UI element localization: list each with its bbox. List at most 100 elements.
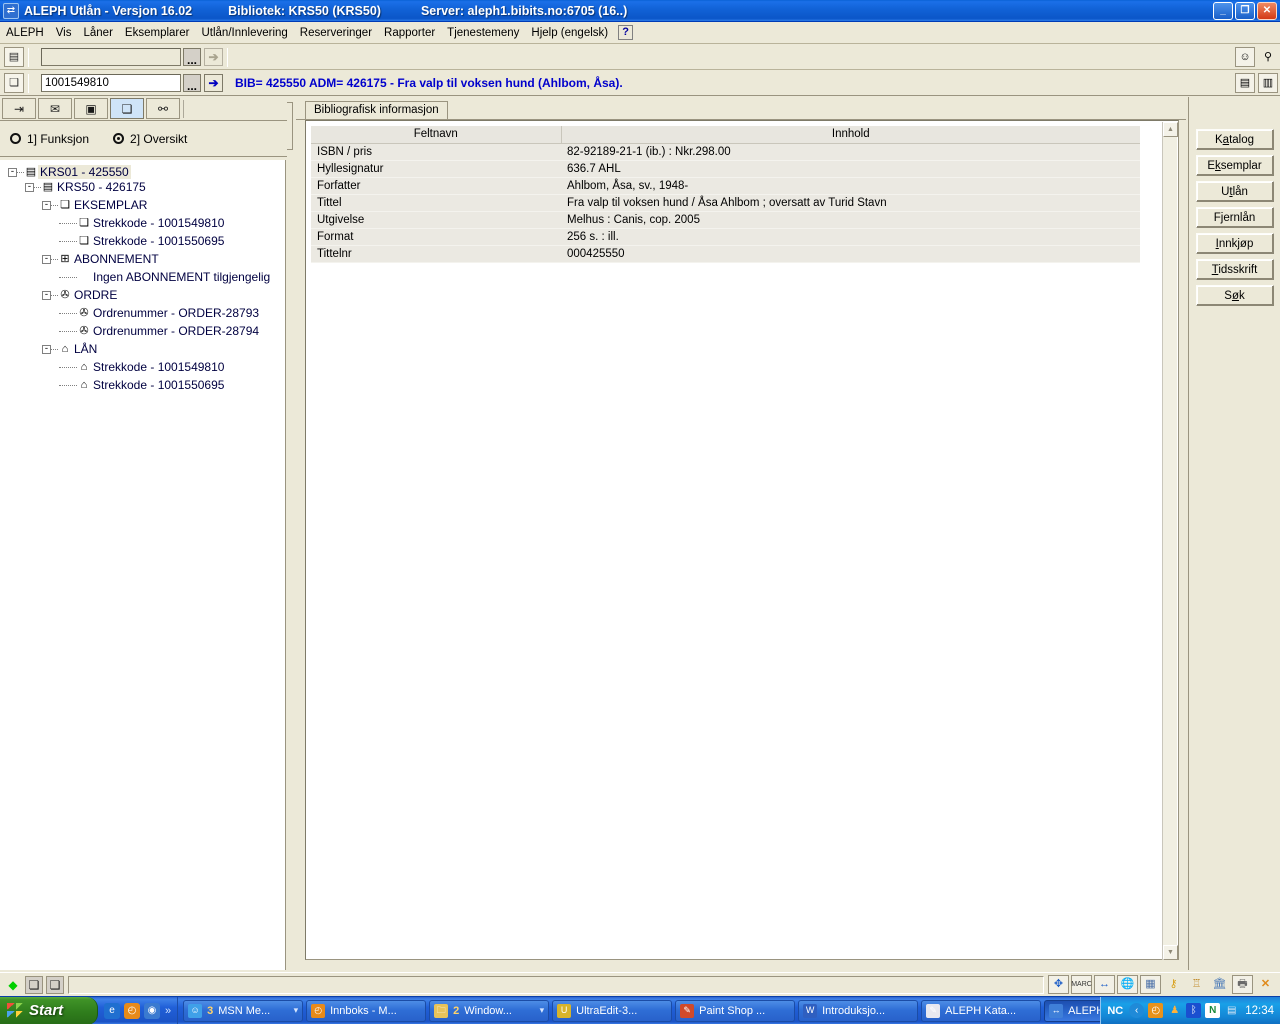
tower-icon[interactable]: ♖: [1186, 975, 1207, 994]
tree-toggle-icon[interactable]: -: [42, 254, 51, 264]
column-header-feltnavn[interactable]: Feltnavn: [311, 126, 562, 144]
tree-node[interactable]: ⌂ Strekkode - 1001550695: [0, 376, 285, 394]
table-row[interactable]: Tittel Fra valp til voksen hund / Åsa Ahl…: [311, 194, 1140, 212]
move-icon[interactable]: ✥: [1048, 975, 1069, 994]
bluetooth-icon[interactable]: ᛒ: [1186, 1003, 1202, 1018]
menu-item-tjenestemeny[interactable]: Tjenestemeny: [441, 25, 525, 41]
radio-funksjon[interactable]: 1] Funksjon: [10, 132, 89, 146]
task-introduksjon[interactable]: W Introduksjo...: [798, 999, 919, 1022]
sidebar-tab-mail[interactable]: ✉: [38, 98, 72, 119]
tree-node[interactable]: ✇ Ordrenummer - ORDER-28793: [0, 304, 285, 322]
item-go-button[interactable]: ➔: [204, 74, 223, 92]
sidebar-tab-circulation[interactable]: ⇥: [2, 98, 36, 119]
tree-node[interactable]: - ✇ ORDRE: [0, 286, 285, 304]
barcode-input[interactable]: [41, 74, 181, 92]
task-chevron-down-icon[interactable]: ▾: [540, 1005, 545, 1016]
menu-item-vis[interactable]: Vis: [50, 25, 78, 41]
tree-node[interactable]: ❏ Strekkode - 1001549810: [0, 214, 285, 232]
button-katalog[interactable]: Katalog: [1195, 129, 1274, 150]
tree-toggle-icon[interactable]: -: [42, 290, 51, 300]
tree-node[interactable]: ❏ Strekkode - 1001550695: [0, 232, 285, 250]
button-utl-n[interactable]: Utlån: [1195, 181, 1274, 202]
close-button[interactable]: ✕: [1257, 2, 1277, 20]
tree-node[interactable]: ✇ Ordrenummer - ORDER-28794: [0, 322, 285, 340]
table-row[interactable]: Tittelnr 000425550: [311, 245, 1140, 263]
balloon-icon[interactable]: ⚲: [1258, 47, 1278, 67]
scroll-down-button[interactable]: ▼: [1163, 945, 1178, 960]
display-icon[interactable]: ▤: [1224, 1003, 1239, 1018]
menu-item-eksemplarer[interactable]: Eksemplarer: [119, 25, 196, 41]
button-eksemplar[interactable]: Eksemplar: [1195, 155, 1274, 176]
item-browse-button[interactable]: ...: [183, 74, 201, 92]
scroll-up-button[interactable]: ▲: [1163, 122, 1178, 137]
menu-item-reserveringer[interactable]: Reserveringer: [294, 25, 378, 41]
task-innboks[interactable]: ◴ Innboks - M...: [306, 999, 427, 1022]
record-tree[interactable]: - ▤ KRS01 - 425550- ▤ KRS50 - 426175- ❏ EKSEMP…: [0, 160, 286, 970]
internet-explorer-icon[interactable]: e: [104, 1002, 120, 1019]
sidebar-tab-search[interactable]: ⚯: [146, 98, 180, 119]
splitter-grip[interactable]: [287, 102, 293, 150]
tree-node[interactable]: - ❏ EKSEMPLAR: [0, 196, 285, 214]
sidebar-tab-items[interactable]: ❏: [110, 98, 144, 119]
tree-toggle-icon[interactable]: -: [25, 182, 34, 192]
clock-icon[interactable]: ◴: [124, 1002, 140, 1019]
list-icon[interactable]: ▥: [1258, 73, 1278, 93]
button-s-k[interactable]: Søk: [1195, 285, 1274, 306]
tree-node[interactable]: - ▤ KRS01 - 425550: [0, 160, 285, 179]
save-icon[interactable]: ▤: [1235, 73, 1255, 93]
column-header-innhold[interactable]: Innhold: [561, 126, 1140, 144]
table-row[interactable]: Format 256 s. : ill.: [311, 228, 1140, 246]
table-row[interactable]: Hyllesignatur 636.7 AHL: [311, 160, 1140, 178]
table-row[interactable]: Forfatter Ahlbom, Åsa, sv., 1948-: [311, 177, 1140, 195]
button-innkj-p[interactable]: Innkjøp: [1195, 233, 1274, 254]
patron-id-input[interactable]: [41, 48, 181, 66]
button-fjernl-n[interactable]: Fjernlån: [1195, 207, 1274, 228]
task-aleph-utlan[interactable]: ↔ ALEPH Utlå...: [1044, 999, 1101, 1022]
tree-toggle-icon[interactable]: -: [42, 344, 51, 354]
table-row[interactable]: Utgivelse Melhus : Canis, cop. 2005: [311, 211, 1140, 229]
patron-search-icon[interactable]: ☺: [1235, 47, 1255, 67]
radio-oversikt[interactable]: 2] Oversikt: [113, 132, 187, 146]
table-row[interactable]: ISBN / pris 82-92189-21-1 (ib.) : Nkr.298…: [311, 143, 1140, 161]
menu-item-aleph[interactable]: ALEPH: [0, 25, 50, 41]
network-icon[interactable]: ♟: [1167, 1003, 1182, 1018]
cube-icon-2[interactable]: ❏: [46, 975, 64, 994]
tree-node[interactable]: - ⌂ LÅN: [0, 340, 285, 358]
content-vertical-scrollbar[interactable]: ▲ ▼: [1162, 122, 1178, 960]
globe-icon[interactable]: 🌐: [1117, 975, 1138, 994]
item-cube-icon[interactable]: ❏: [4, 73, 24, 93]
clock-tray-icon[interactable]: ◴: [1148, 1003, 1164, 1018]
norton-icon[interactable]: N: [1205, 1003, 1221, 1018]
task-windows[interactable]: 🗀 2 Window... ▾: [429, 999, 550, 1022]
panel-splitter[interactable]: [287, 97, 293, 970]
menu-item-laner[interactable]: Låner: [78, 25, 119, 41]
start-button[interactable]: Start: [0, 996, 98, 1024]
patron-card-icon[interactable]: ▤: [4, 47, 24, 67]
menu-item-rapporter[interactable]: Rapporter: [378, 25, 441, 41]
tree-toggle-icon[interactable]: -: [8, 167, 17, 177]
task-ultraedit[interactable]: U UltraEdit-3...: [552, 999, 673, 1022]
restore-button[interactable]: ❐: [1235, 2, 1255, 20]
help-question-icon[interactable]: ?: [618, 25, 634, 40]
tree-node[interactable]: Ingen ABONNEMENT tilgjengelig: [0, 268, 285, 286]
key-icon[interactable]: ⚷: [1163, 975, 1184, 994]
marc-icon[interactable]: MARC: [1071, 975, 1092, 994]
tree-node[interactable]: - ⊞ ABONNEMENT: [0, 250, 285, 268]
task-msn-messenger[interactable]: ☺ 3 MSN Me... ▾: [183, 999, 304, 1022]
cube-icon-1[interactable]: ❏: [25, 975, 43, 994]
tray-clock[interactable]: 12:34: [1245, 1005, 1274, 1017]
patron-browse-button[interactable]: ...: [183, 48, 201, 66]
exchange-icon[interactable]: ↔: [1094, 975, 1115, 994]
tree-toggle-icon[interactable]: -: [42, 200, 51, 210]
tree-node[interactable]: - ▤ KRS50 - 426175: [0, 178, 285, 196]
task-chevron-down-icon[interactable]: ▾: [294, 1005, 299, 1016]
menu-item-hjelp[interactable]: Hjelp (engelsk): [525, 25, 614, 41]
bank-icon[interactable]: 🏛: [1209, 975, 1230, 994]
show-hidden-icon[interactable]: ‹: [1129, 1003, 1145, 1018]
tab-bibliografisk-informasjon[interactable]: Bibliografisk informasjon: [305, 101, 448, 120]
task-aleph-katalog[interactable]: ✎ ALEPH Kata...: [921, 999, 1042, 1022]
minimize-button[interactable]: _: [1213, 2, 1233, 20]
close-x-icon[interactable]: ✕: [1255, 975, 1276, 994]
sidebar-tab-patron[interactable]: ▣: [74, 98, 108, 119]
grid-icon[interactable]: ▦: [1140, 975, 1161, 994]
